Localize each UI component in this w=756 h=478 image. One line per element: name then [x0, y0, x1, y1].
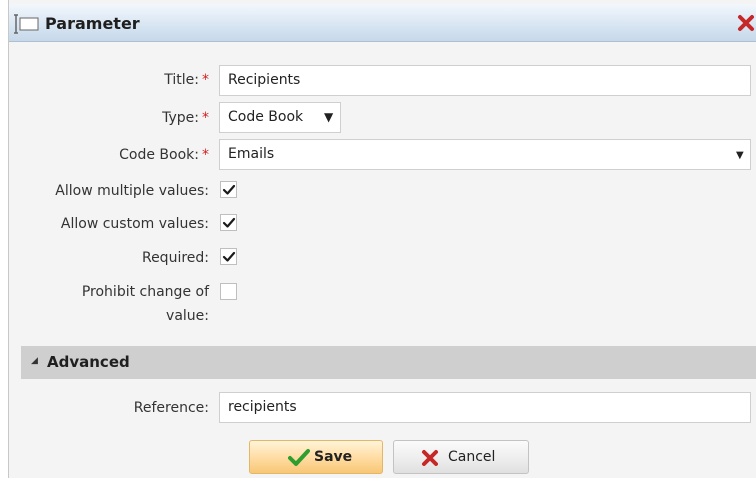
- allow-multiple-label: Allow multiple values:: [55, 183, 209, 199]
- prohibit-change-label: Prohibit change of value:: [81, 284, 209, 324]
- code-book-label: Code Book: *: [119, 147, 209, 163]
- dialog-titlebar: Parameter: [9, 4, 756, 42]
- reference-label: Reference:: [133, 400, 209, 416]
- parameter-dialog: Parameter Title: * Recipients Type: * Code…: [8, 0, 756, 478]
- required-checkbox[interactable]: [220, 248, 237, 265]
- cancel-x-icon: [420, 448, 440, 468]
- required-marker: *: [202, 110, 209, 126]
- collapse-triangle-icon: ◢: [31, 356, 38, 366]
- checkmark-icon: [222, 251, 236, 262]
- save-label: Save: [314, 449, 353, 465]
- allow-custom-checkbox[interactable]: [220, 214, 237, 231]
- code-book-select[interactable]: Emails ▼: [219, 139, 751, 170]
- title-label: Title: *: [164, 72, 209, 88]
- reference-input[interactable]: recipients: [219, 392, 751, 423]
- cancel-label: Cancel: [448, 449, 496, 465]
- required-label: Required:: [141, 250, 209, 266]
- cancel-button[interactable]: Cancel: [393, 440, 529, 474]
- advanced-section-header[interactable]: ◢ Advanced: [21, 346, 756, 379]
- checkmark-icon: [222, 217, 236, 228]
- window-icon: [13, 14, 39, 34]
- checkmark-icon: [288, 448, 310, 468]
- dialog-title: Parameter: [45, 14, 140, 33]
- dropdown-arrow-icon: ▼: [324, 110, 334, 124]
- allow-multiple-checkbox[interactable]: [220, 181, 237, 198]
- type-select[interactable]: Code Book ▼: [219, 102, 341, 133]
- title-input[interactable]: Recipients: [219, 65, 751, 96]
- required-marker: *: [202, 72, 209, 88]
- prohibit-change-checkbox[interactable]: [220, 283, 237, 300]
- save-button[interactable]: Save: [249, 440, 383, 474]
- close-icon[interactable]: [735, 12, 756, 34]
- checkmark-icon: [222, 184, 236, 195]
- dropdown-arrow-icon: ▼: [736, 150, 744, 161]
- required-marker: *: [202, 147, 209, 163]
- advanced-header-label: Advanced: [47, 353, 130, 371]
- type-label: Type: *: [162, 110, 209, 126]
- allow-custom-label: Allow custom values:: [60, 216, 209, 232]
